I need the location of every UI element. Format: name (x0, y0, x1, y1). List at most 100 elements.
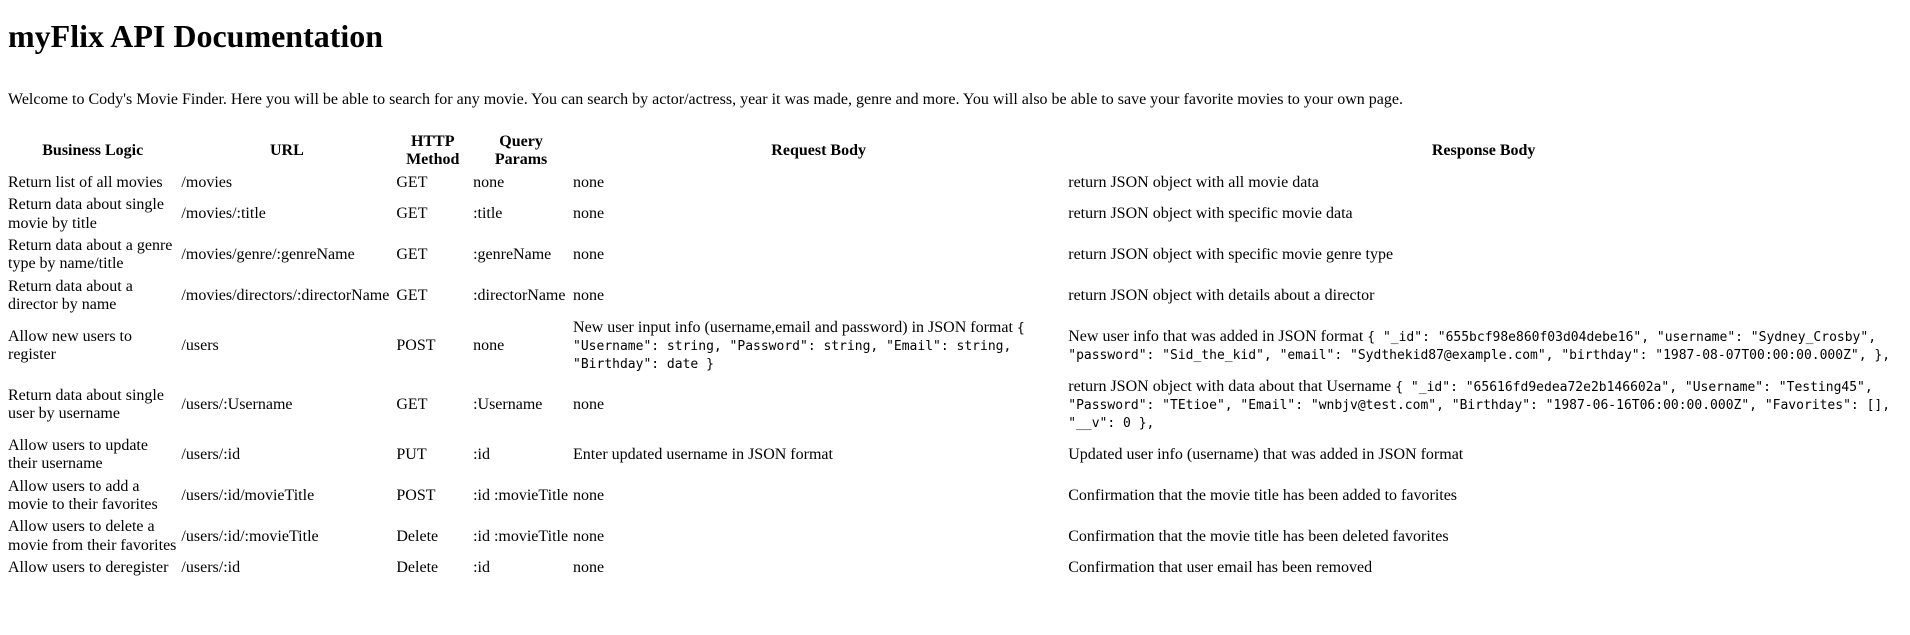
table-row: Return data about a genre type by name/t… (7, 236, 1900, 275)
cell-query-params: :genreName (473, 246, 552, 264)
cell-request-body: none (572, 195, 1065, 234)
column-header-request-body: Request Body (771, 142, 866, 160)
cell-response-body-text: return JSON object with details about a … (1068, 286, 1375, 304)
cell-request-body-text: none (573, 205, 605, 223)
cell-response-body: return JSON object with specific movie d… (1067, 195, 1900, 234)
cell-request-body: none (572, 558, 1065, 578)
cell-query-params: none (473, 336, 505, 354)
table-row: Return data about a director by name/mov… (7, 277, 1900, 316)
cell-query-params: :id :movieTitle (473, 486, 569, 504)
table-row: Return data about single user by usernam… (7, 377, 1900, 434)
cell-response-body-text: return JSON object with all movie data (1068, 173, 1319, 191)
cell-http-method: POST (396, 486, 436, 504)
cell-request-body: New user input info (username,email and … (572, 318, 1065, 375)
cell-business-logic: Return data about a director by name (8, 277, 133, 314)
cell-query-params: :id (473, 446, 490, 464)
cell-response-body-text: Updated user info (username) that was ad… (1068, 446, 1464, 464)
cell-http-method: GET (396, 246, 428, 264)
column-header-http-method: HTTP Method (406, 133, 460, 169)
cell-request-body: none (572, 517, 1065, 556)
column-header-response-body: Response Body (1431, 142, 1536, 160)
cell-business-logic: Return data about single user by usernam… (8, 386, 164, 423)
intro-paragraph: Welcome to Cody's Movie Finder. Here you… (8, 91, 1403, 108)
cell-request-body-text: Enter updated username in JSON format (573, 446, 833, 464)
cell-business-logic: Allow users to delete a movie from their… (8, 518, 177, 554)
cell-response-body: return JSON object with details about a … (1067, 277, 1900, 316)
cell-query-params: none (473, 173, 505, 191)
table-header-row: Business Logic URL HTTP Method Query Par… (7, 132, 1900, 171)
cell-request-body-text: none (573, 527, 605, 545)
page: myFlix API Documentation Welcome to Cody… (0, 17, 1910, 581)
table-row: Return list of all movies/movies GET none n… (7, 173, 1900, 193)
cell-business-logic: Allow users to add a movie to their favo… (8, 477, 158, 514)
cell-response-body: return JSON object with data about that … (1067, 377, 1900, 434)
cell-request-body-text: none (573, 246, 605, 264)
cell-request-body-text: none (573, 559, 605, 577)
cell-response-body-text: return JSON object with data about that … (1068, 377, 1396, 395)
cell-query-params: :id (473, 559, 490, 577)
api-endpoints-table: Business Logic URL HTTP Method Query Par… (5, 130, 1902, 581)
cell-request-body-text: New user input info (username,email and … (573, 318, 1017, 336)
cell-response-body-text: Confirmation that the movie title has be… (1068, 527, 1449, 545)
cell-request-body-text: none (573, 286, 605, 304)
page-title: myFlix API Documentation (8, 18, 384, 54)
cell-response-body: Updated user info (username) that was ad… (1067, 436, 1900, 475)
cell-request-body: Enter updated username in JSON format (572, 436, 1065, 475)
cell-url: /users/:id (181, 559, 241, 577)
cell-request-body-text: none (573, 396, 605, 414)
cell-url: /movies/genre/:genreName (181, 246, 355, 264)
cell-response-body: Confirmation that user email has been re… (1067, 558, 1900, 578)
cell-response-body: return JSON object with specific movie g… (1067, 236, 1900, 275)
cell-business-logic: Return data about a genre type by name/t… (8, 236, 173, 273)
cell-url: /movies (181, 173, 233, 191)
table-row: Allow users to deregister/users/:id Delet… (7, 558, 1900, 578)
table-row: Allow users to update their username/use… (7, 436, 1900, 475)
cell-request-body: none (572, 173, 1065, 193)
cell-query-params: :Username (473, 396, 543, 414)
cell-response-body-text: New user info that was added in JSON for… (1068, 327, 1368, 345)
cell-url: /users (181, 336, 219, 354)
table-body: Return list of all movies/movies GET none n… (7, 173, 1900, 579)
cell-url: /users/:id/movieTitle (181, 486, 315, 504)
cell-request-body: none (572, 236, 1065, 275)
column-header-business-logic: Business Logic (42, 142, 144, 160)
cell-http-method: POST (396, 336, 436, 354)
cell-http-method: GET (396, 286, 428, 304)
table-row: Allow users to delete a movie from their… (7, 517, 1900, 556)
cell-url: /users/:id (181, 446, 241, 464)
cell-response-body: Confirmation that the movie title has be… (1067, 477, 1900, 516)
cell-url: /movies/:title (181, 205, 266, 223)
cell-http-method: PUT (396, 446, 427, 464)
cell-response-body: return JSON object with all movie data (1067, 173, 1900, 193)
cell-query-params: :id :movieTitle (473, 527, 569, 545)
cell-response-body: Confirmation that the movie title has be… (1067, 517, 1900, 556)
cell-request-body: none (572, 277, 1065, 316)
cell-response-body-text: Confirmation that user email has been re… (1068, 559, 1373, 577)
column-header-query-params: Query Params (494, 133, 548, 169)
cell-request-body-text: none (573, 173, 605, 191)
table-row: Allow users to add a movie to their favo… (7, 477, 1900, 516)
cell-url: /movies/directors/:directorName (181, 286, 390, 304)
cell-http-method: GET (396, 173, 428, 191)
cell-http-method: GET (396, 396, 428, 414)
cell-request-body: none (572, 377, 1065, 434)
column-header-url: URL (270, 142, 304, 160)
table-row: Return data about single movie by title /… (7, 195, 1900, 234)
cell-business-logic: Allow users to deregister (8, 559, 169, 577)
cell-business-logic: Allow new users to register (8, 327, 132, 364)
cell-business-logic: Allow users to update their username (8, 436, 148, 473)
table-row: Allow new users to register/users POST non… (7, 318, 1900, 375)
cell-http-method: Delete (396, 559, 439, 577)
cell-response-body-text: Confirmation that the movie title has be… (1068, 486, 1458, 504)
cell-url: /users/:id/:movieTitle (181, 527, 319, 545)
cell-business-logic: Return list of all movies (8, 173, 163, 191)
cell-query-params: :title (473, 205, 503, 223)
cell-http-method: GET (396, 205, 428, 223)
cell-business-logic: Return data about single movie by title (8, 196, 164, 232)
cell-request-body: none (572, 477, 1065, 516)
cell-response-body-text: return JSON object with specific movie g… (1068, 246, 1394, 264)
cell-url: /users/:Username (181, 396, 293, 414)
cell-query-params: :directorName (473, 286, 566, 304)
cell-request-body-text: none (573, 486, 605, 504)
cell-response-body: New user info that was added in JSON for… (1067, 318, 1900, 375)
